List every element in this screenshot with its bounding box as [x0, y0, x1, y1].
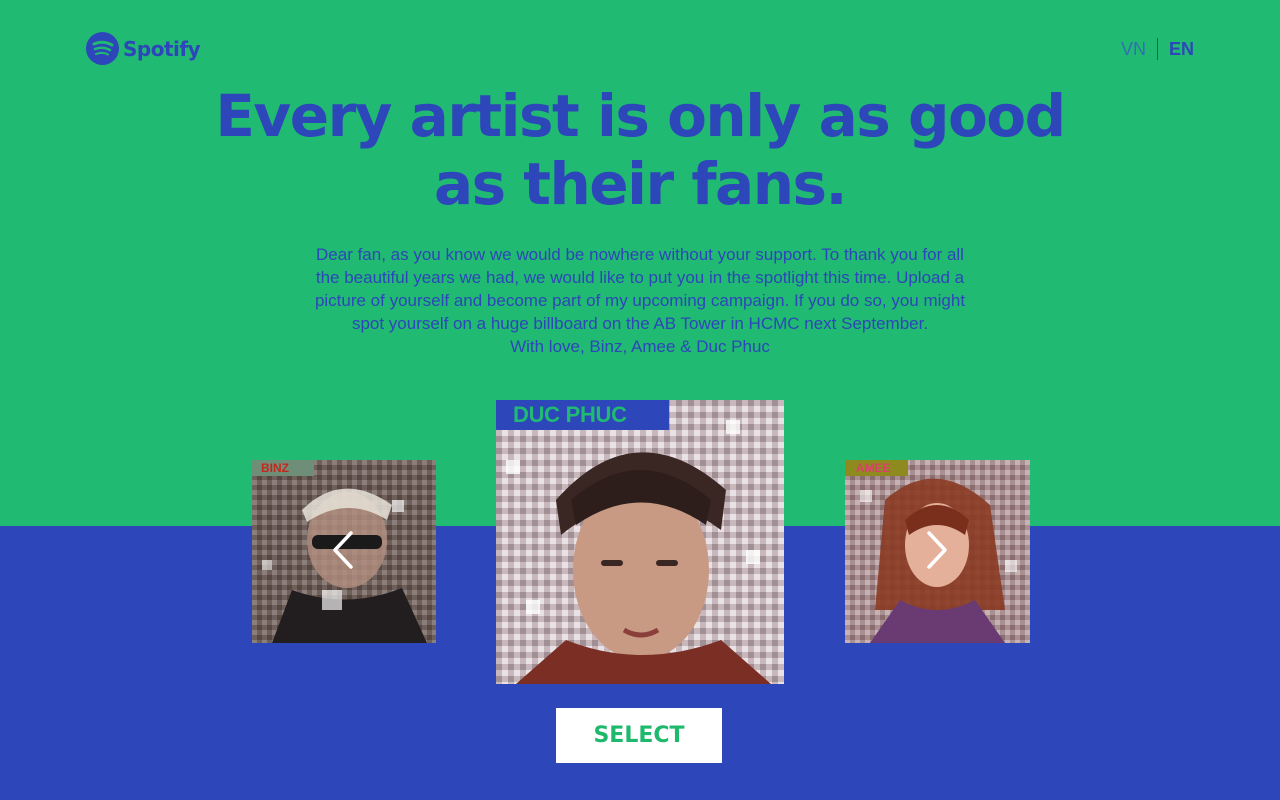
- intro-text: Dear fan, as you know we would be nowher…: [280, 243, 1000, 358]
- artist-mosaic-image: [496, 400, 784, 684]
- artist-label-amee: AMEE: [845, 460, 908, 476]
- language-option-en[interactable]: EN: [1158, 39, 1194, 60]
- headline-line-2: as their fans.: [433, 150, 848, 218]
- intro-line: picture of yourself and become part of m…: [314, 291, 966, 310]
- artist-card-duc-phuc[interactable]: DUC PHUC: [496, 400, 784, 684]
- language-switcher: VN EN: [1121, 38, 1194, 60]
- carousel-next-button[interactable]: [921, 530, 951, 570]
- spotify-logo-text: Spotify: [123, 36, 201, 61]
- spotify-logo-icon: [86, 32, 119, 65]
- page-headline: Every artist is only as good as their fa…: [0, 82, 1280, 218]
- select-button[interactable]: SELECT: [556, 708, 722, 763]
- intro-line: spot yourself on a huge billboard on the…: [351, 314, 929, 333]
- chevron-right-icon: [927, 531, 947, 569]
- spotify-logo[interactable]: Spotify: [86, 32, 201, 65]
- language-option-vn[interactable]: VN: [1121, 39, 1157, 60]
- intro-line: Dear fan, as you know we would be nowher…: [316, 245, 964, 264]
- artist-label-binz: BINZ: [252, 460, 314, 476]
- chevron-left-icon: [333, 531, 353, 569]
- intro-signature: With love, Binz, Amee & Duc Phuc: [510, 337, 770, 356]
- carousel-prev-button[interactable]: [329, 530, 359, 570]
- artist-label-duc-phuc: DUC PHUC: [496, 400, 669, 430]
- intro-line: the beautiful years we had, we would lik…: [315, 268, 965, 287]
- headline-line-1: Every artist is only as good: [215, 82, 1066, 150]
